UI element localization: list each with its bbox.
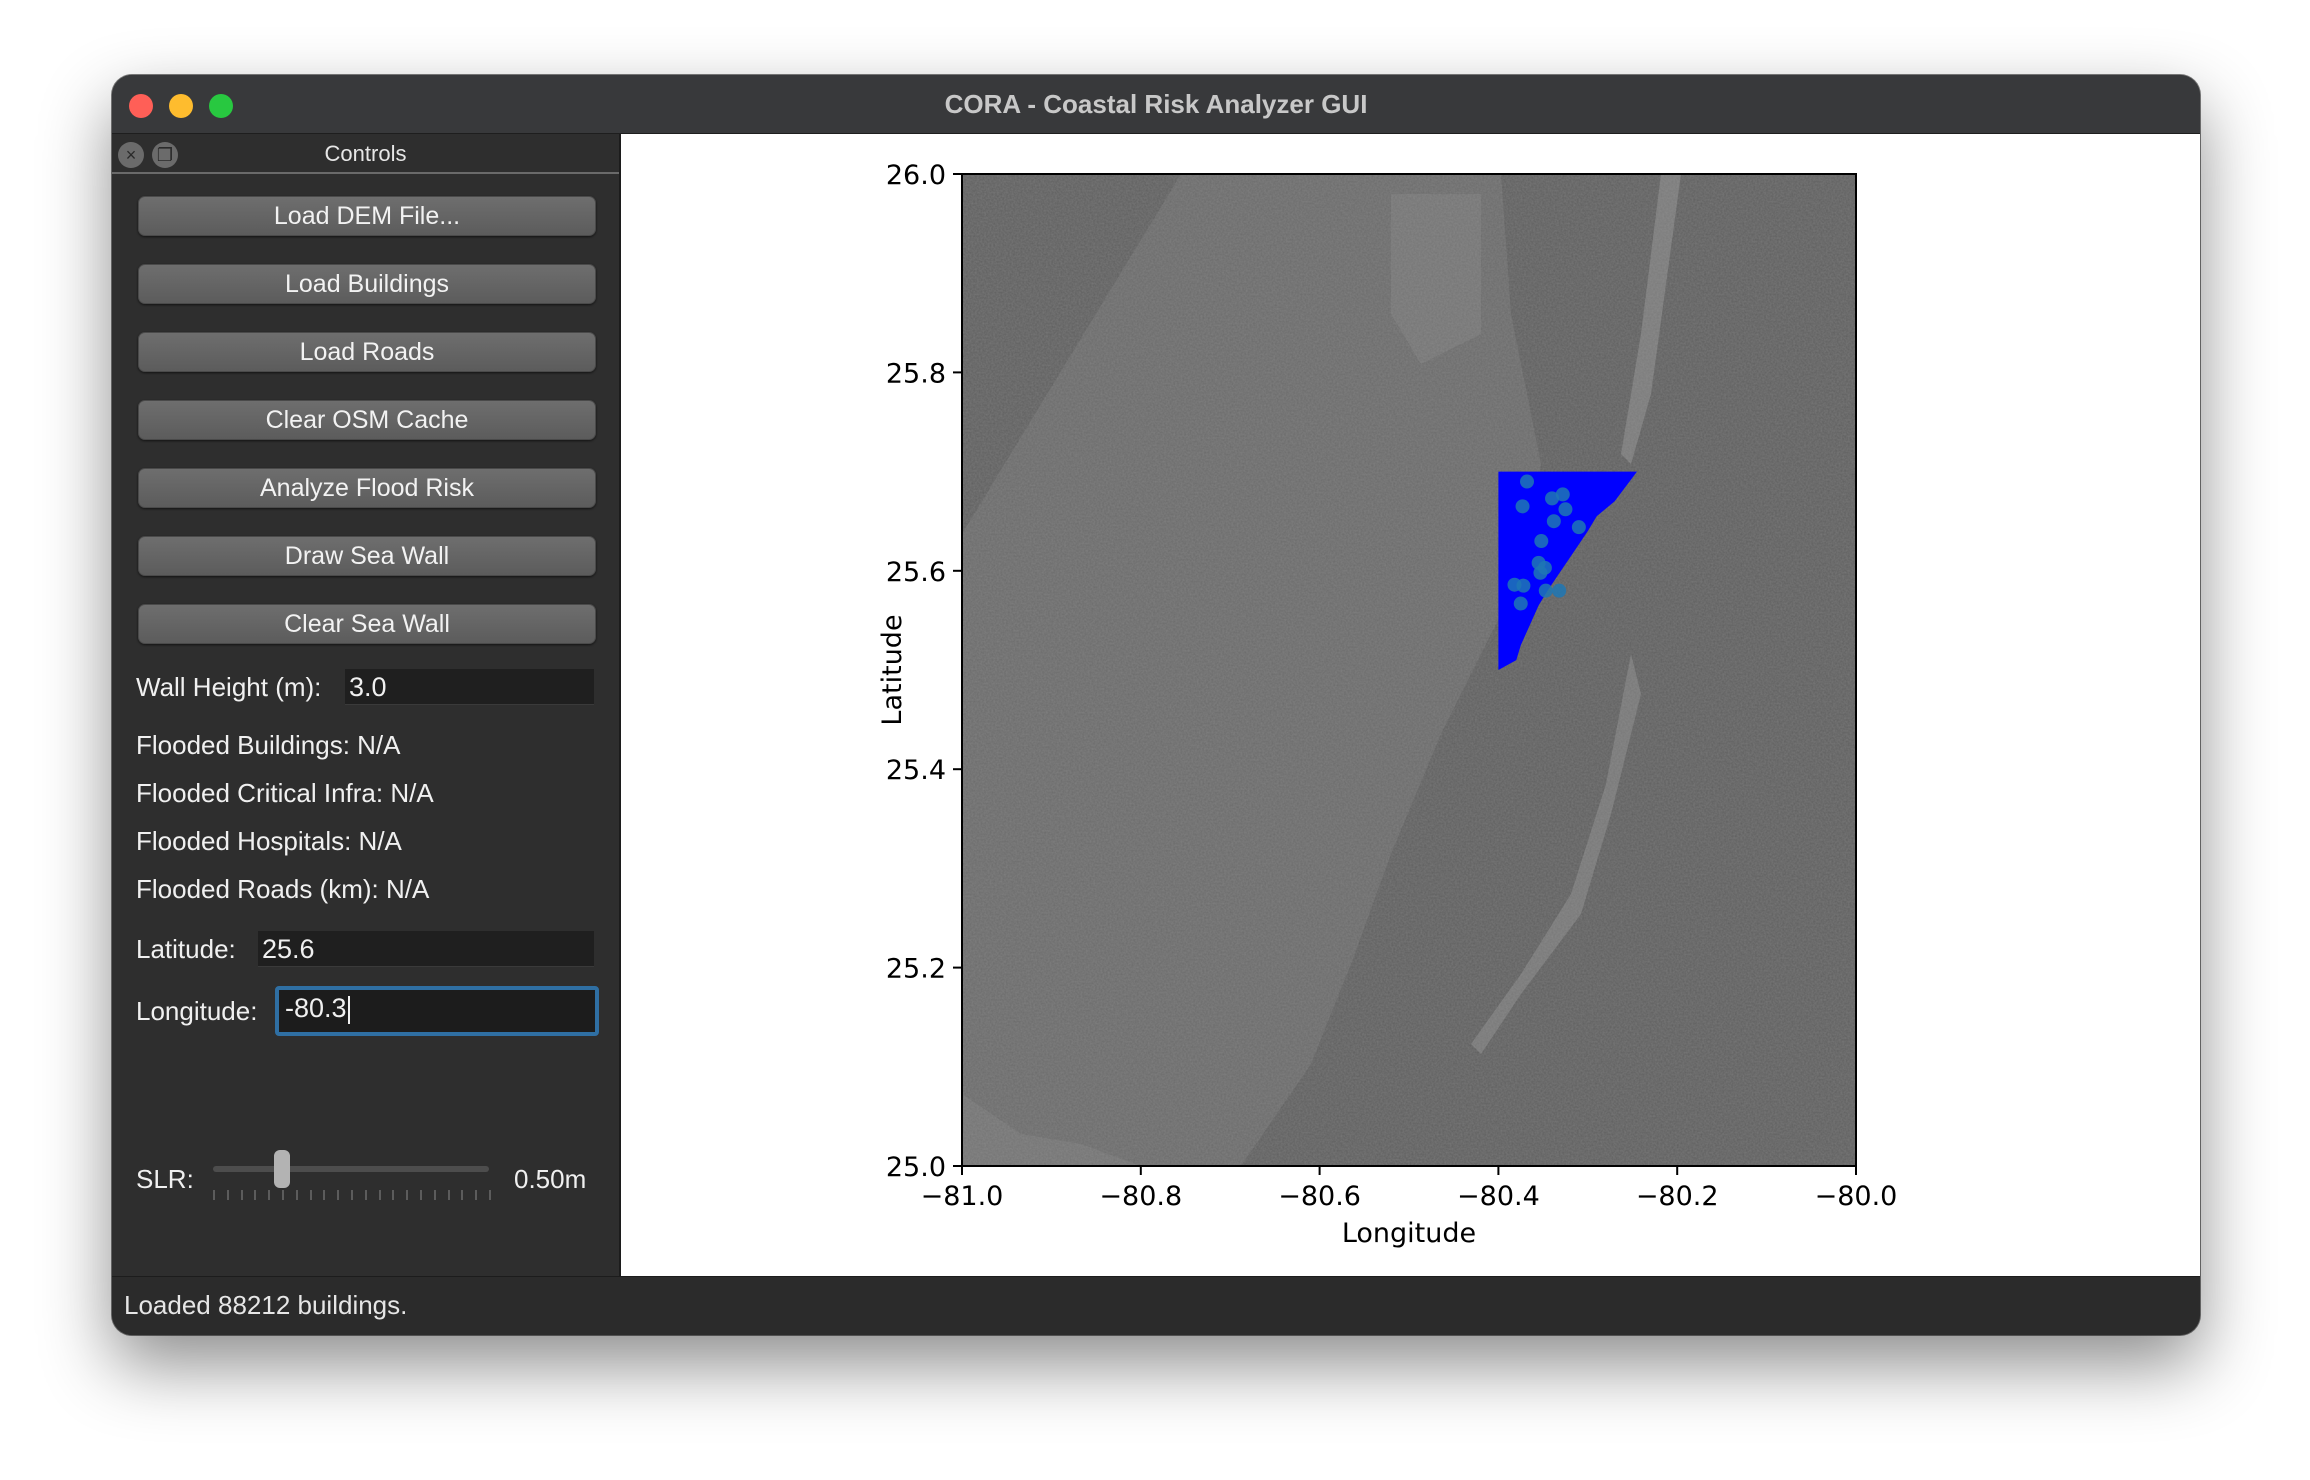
text-caret <box>347 995 350 1024</box>
slider-tick <box>364 1190 367 1200</box>
slider-tick <box>378 1190 381 1200</box>
building-marker <box>1558 502 1573 517</box>
slider-tick <box>254 1190 257 1200</box>
slider-tick <box>447 1190 450 1200</box>
building-marker <box>1520 474 1535 489</box>
slider-tick <box>406 1190 409 1200</box>
slider-tick <box>226 1190 229 1200</box>
slider-tick <box>309 1190 312 1200</box>
flooded-roads-stat: Flooded Roads (km): N/A <box>136 874 430 904</box>
slider-tick <box>392 1190 395 1200</box>
wall-height-label: Wall Height (m): <box>136 672 322 702</box>
flooded-hospitals-stat: Flooded Hospitals: N/A <box>136 826 402 856</box>
controls-dock: × ❐ Controls Load DEM File... Load Build… <box>112 134 619 1276</box>
wall-height-input[interactable]: 3.0 <box>345 669 594 705</box>
x-axis: −81.0 −80.8 −80.6 −80.4 −80.2 −80.0 <box>921 1166 1898 1212</box>
slider-tick <box>213 1190 215 1200</box>
flooded-buildings-stat: Flooded Buildings: N/A <box>136 730 401 760</box>
y-tick-label: 25.4 <box>886 755 946 786</box>
longitude-label: Longitude: <box>136 996 258 1026</box>
longitude-value: -80.3 <box>285 993 347 1023</box>
slider-tick <box>461 1190 464 1200</box>
plot-area: −81.0 −80.8 −80.6 −80.4 −80.2 −80.0 25.0 25.2 2… <box>621 134 2200 1276</box>
slider-tick <box>433 1190 436 1200</box>
x-tick-label: −80.4 <box>1457 1181 1540 1212</box>
load-roads-button[interactable]: Load Roads <box>138 332 596 372</box>
slider-tick <box>475 1190 478 1200</box>
slider-tick <box>295 1190 298 1200</box>
app-window: CORA - Coastal Risk Analyzer GUI × ❐ Con… <box>112 75 2200 1335</box>
title-bar: CORA - Coastal Risk Analyzer GUI <box>112 75 2200 134</box>
y-tick-label: 26.0 <box>886 160 946 191</box>
slider-tick <box>282 1190 284 1200</box>
dem-raster <box>962 174 1856 1166</box>
y-tick-label: 25.0 <box>886 1152 946 1183</box>
building-marker <box>1516 578 1531 593</box>
longitude-input[interactable]: -80.3 <box>275 986 599 1036</box>
slider-tick <box>351 1190 353 1200</box>
map-plot: −81.0 −80.8 −80.6 −80.4 −80.2 −80.0 25.0 25.2 2… <box>877 160 1898 1249</box>
dock-header: × ❐ Controls <box>112 134 619 174</box>
x-tick-label: −80.2 <box>1636 1181 1719 1212</box>
analyze-flood-risk-button[interactable]: Analyze Flood Risk <box>138 468 596 508</box>
slider-tick <box>420 1190 422 1200</box>
x-tick-label: −80.0 <box>1815 1181 1898 1212</box>
y-axis-label: Latitude <box>877 614 908 725</box>
building-marker <box>1513 596 1528 611</box>
y-tick-label: 25.6 <box>886 557 946 588</box>
slr-slider-track[interactable] <box>213 1166 489 1172</box>
status-text: Loaded 88212 buildings. <box>124 1290 408 1320</box>
status-bar: Loaded 88212 buildings. <box>112 1276 2200 1335</box>
y-tick-label: 25.8 <box>886 358 946 389</box>
building-marker <box>1533 565 1548 580</box>
building-marker <box>1571 520 1586 535</box>
latitude-input[interactable]: 25.6 <box>258 931 594 967</box>
load-dem-button[interactable]: Load DEM File... <box>138 196 596 236</box>
x-tick-label: −80.8 <box>1099 1181 1182 1212</box>
building-marker <box>1538 583 1553 598</box>
clear-sea-wall-button[interactable]: Clear Sea Wall <box>138 604 596 644</box>
building-marker <box>1534 534 1549 549</box>
slider-tick <box>489 1190 491 1200</box>
x-tick-label: −80.6 <box>1278 1181 1361 1212</box>
y-tick-label: 25.2 <box>886 954 946 985</box>
draw-sea-wall-button[interactable]: Draw Sea Wall <box>138 536 596 576</box>
load-buildings-button[interactable]: Load Buildings <box>138 264 596 304</box>
building-marker <box>1546 514 1561 529</box>
slider-tick <box>268 1190 271 1200</box>
window-title: CORA - Coastal Risk Analyzer GUI <box>944 89 1368 119</box>
building-marker <box>1552 583 1567 598</box>
slider-tick <box>240 1190 243 1200</box>
building-marker <box>1515 499 1530 514</box>
clear-osm-cache-button[interactable]: Clear OSM Cache <box>138 400 596 440</box>
x-tick-label: −81.0 <box>921 1181 1004 1212</box>
slider-tick <box>337 1190 340 1200</box>
slr-slider-handle[interactable] <box>274 1150 290 1188</box>
slr-value: 0.50m <box>514 1164 587 1194</box>
building-marker <box>1555 487 1570 502</box>
x-axis-label: Longitude <box>1342 1218 1476 1249</box>
slr-label: SLR: <box>136 1164 194 1194</box>
flooded-critical-infra-stat: Flooded Critical Infra: N/A <box>136 778 434 808</box>
slider-tick <box>323 1190 326 1200</box>
latitude-label: Latitude: <box>136 934 236 964</box>
dock-title: Controls <box>324 141 407 166</box>
